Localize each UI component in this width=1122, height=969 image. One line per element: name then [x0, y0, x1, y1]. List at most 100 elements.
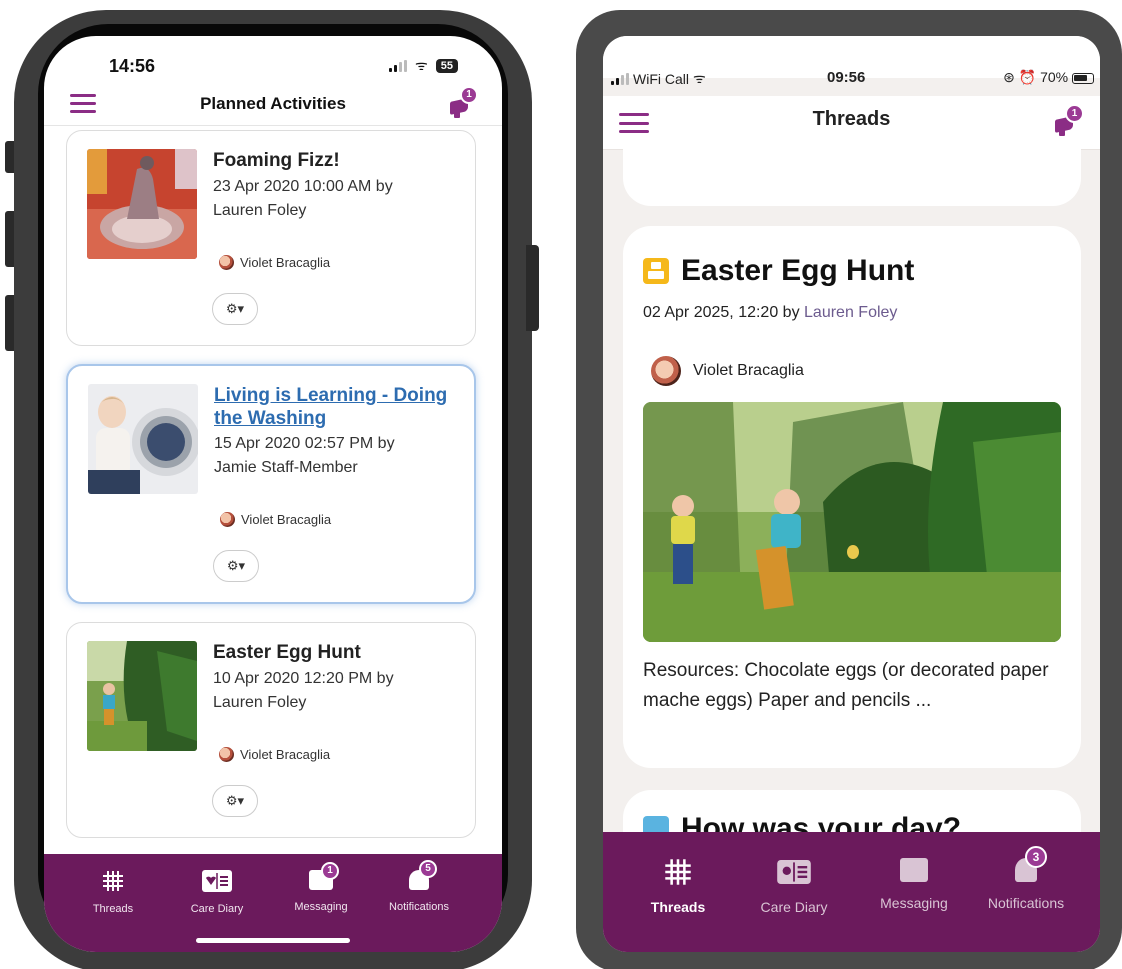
bottom-tab-bar: Threads Care Diary 1 Messaging 5 Notific… — [44, 854, 502, 952]
phone1-screen: 14:56 ᯤ 55 Planned Activities 1 Foaming … — [44, 36, 502, 952]
child-name: Violet Bracaglia — [240, 747, 331, 762]
signal-icon — [388, 59, 407, 72]
activity-thumbnail[interactable] — [87, 641, 197, 751]
home-indicator[interactable] — [196, 938, 350, 943]
activity-meta: 15 Apr 2020 02:57 PM by Jamie Staff-Memb… — [214, 432, 464, 480]
megaphone-icon[interactable]: 1 — [1055, 104, 1084, 138]
tab-label: Messaging — [294, 901, 348, 913]
tab-notifications[interactable]: 5 Notifications — [374, 860, 464, 913]
bottom-tab-bar: Threads Care Diary Messaging 3 Notificat… — [603, 832, 1100, 952]
signal-icon — [611, 72, 629, 85]
activity-author: Lauren Foley — [213, 202, 307, 219]
child-name: Violet Bracaglia — [693, 362, 804, 379]
bell-icon: 3 — [1015, 846, 1047, 882]
message-icon: 1 — [309, 862, 339, 890]
thread-photo[interactable] — [643, 402, 1061, 642]
gear-icon: ⚙▾ — [225, 793, 245, 808]
child-avatar — [220, 512, 235, 527]
child-avatar — [219, 255, 234, 270]
child-tag: Violet Bracaglia — [651, 356, 804, 386]
phone2-screen: WiFi Call ᯤ 09:56 ⊛ ⏰ 70% Threads 1 East… — [603, 36, 1100, 952]
child-avatar — [219, 747, 234, 762]
notifications-badge: 3 — [1025, 846, 1047, 868]
thread-meta: 02 Apr 2025, 12:20 by Lauren Foley — [643, 304, 897, 322]
gear-menu-button[interactable]: ⚙▾ — [212, 293, 258, 325]
app-header: Planned Activities 1 — [44, 86, 502, 126]
diary-icon — [202, 870, 232, 892]
page-title: Threads — [812, 108, 891, 130]
activity-title-link[interactable]: Living is Learning - Doing the Washing — [214, 384, 464, 430]
child-tag: Violet Bracaglia — [220, 512, 331, 527]
diary-icon — [776, 858, 812, 891]
tab-label: Care Diary — [190, 903, 244, 915]
grid-icon — [102, 870, 124, 897]
activity-card[interactable]: Easter Egg Hunt 10 Apr 2020 12:20 PM by … — [66, 622, 476, 838]
thread-author[interactable]: Lauren Foley — [804, 304, 897, 321]
activity-date: 10 Apr 2020 12:20 PM by — [213, 670, 394, 687]
tab-label: Care Diary — [760, 899, 828, 915]
battery-percent: 70% — [1040, 69, 1069, 85]
grid-icon — [664, 858, 692, 891]
activity-title: Easter Egg Hunt — [213, 642, 361, 663]
gear-icon: ⚙▾ — [226, 558, 246, 573]
tab-label: Messaging — [880, 895, 948, 911]
phone1-power-button — [526, 245, 539, 331]
tab-messaging[interactable]: Messaging — [859, 858, 969, 911]
rotation-lock-icon: ⊛ — [1003, 69, 1015, 85]
tab-care-diary[interactable]: Care Diary — [739, 858, 849, 915]
tab-notifications[interactable]: 3 Notifications — [971, 846, 1081, 911]
announcement-badge: 1 — [1065, 104, 1084, 123]
bell-icon: 5 — [409, 860, 437, 890]
previous-thread-card[interactable] — [623, 136, 1081, 206]
megaphone-icon[interactable]: 1 — [450, 86, 478, 120]
status-icons: ᯤ 55 — [388, 56, 458, 75]
gear-icon: ⚙▾ — [225, 301, 245, 316]
tab-label: Threads — [650, 899, 706, 915]
thread-title[interactable]: Easter Egg Hunt — [681, 254, 914, 288]
activity-card-selected[interactable]: Living is Learning - Doing the Washing 1… — [66, 364, 476, 604]
wifi-icon: ᯤ — [414, 57, 428, 73]
tab-care-diary[interactable]: Care Diary — [172, 870, 262, 915]
tab-threads[interactable]: Threads — [68, 870, 158, 915]
thread-description: Resources: Chocolate eggs (or decorated … — [643, 660, 1049, 711]
carrier-text: WiFi Call — [633, 70, 689, 87]
child-avatar — [651, 356, 681, 386]
child-tag: Violet Bracaglia — [219, 747, 330, 762]
status-bar: WiFi Call ᯤ 09:56 ⊛ ⏰ 70% — [603, 36, 1100, 87]
child-tag: Violet Bracaglia — [219, 255, 330, 270]
activity-thumbnail[interactable] — [87, 149, 197, 259]
tab-messaging[interactable]: 1 Messaging — [276, 862, 366, 913]
wifi-icon: ᯤ — [693, 70, 706, 86]
thread-time: , 12:20 by — [729, 304, 800, 321]
activity-thumbnail[interactable] — [88, 384, 198, 494]
announcement-badge: 1 — [460, 86, 478, 104]
tab-label: Notifications — [389, 901, 449, 913]
status-time: 09:56 — [827, 69, 866, 86]
page-title: Planned Activities — [200, 94, 346, 113]
gear-menu-button[interactable]: ⚙▾ — [212, 785, 258, 817]
messaging-badge: 1 — [321, 862, 339, 880]
activity-meta: 23 Apr 2020 10:00 AM by Lauren Foley — [213, 175, 463, 223]
planned-activity-icon — [643, 258, 669, 284]
activity-date: 15 Apr 2020 02:57 PM by — [214, 435, 395, 452]
alarm-icon: ⏰ — [1018, 69, 1037, 85]
gear-menu-button[interactable]: ⚙▾ — [213, 550, 259, 582]
child-name: Violet Bracaglia — [240, 255, 331, 270]
notifications-badge: 5 — [419, 860, 437, 878]
tab-threads[interactable]: Threads — [623, 858, 733, 915]
status-right: ⊛ ⏰ 70% — [1003, 69, 1094, 86]
status-time: 14:56 — [109, 56, 156, 76]
message-icon — [900, 858, 928, 882]
tab-label: Threads — [92, 903, 134, 915]
tab-label: Notifications — [987, 895, 1065, 911]
battery-indicator: 55 — [435, 58, 458, 73]
battery-icon — [1072, 72, 1094, 84]
activity-meta: 10 Apr 2020 12:20 PM by Lauren Foley — [213, 667, 463, 715]
activity-card[interactable]: Foaming Fizz! 23 Apr 2020 10:00 AM by La… — [66, 130, 476, 346]
activity-date: 23 Apr 2020 10:00 AM by — [213, 178, 393, 195]
carrier-indicator: WiFi Call ᯤ — [611, 69, 706, 88]
activity-author: Lauren Foley — [213, 694, 307, 711]
activity-title: Foaming Fizz! — [213, 150, 340, 171]
activity-author: Jamie Staff-Member — [214, 459, 358, 476]
thread-date: 02 Apr 2025 — [643, 304, 730, 321]
